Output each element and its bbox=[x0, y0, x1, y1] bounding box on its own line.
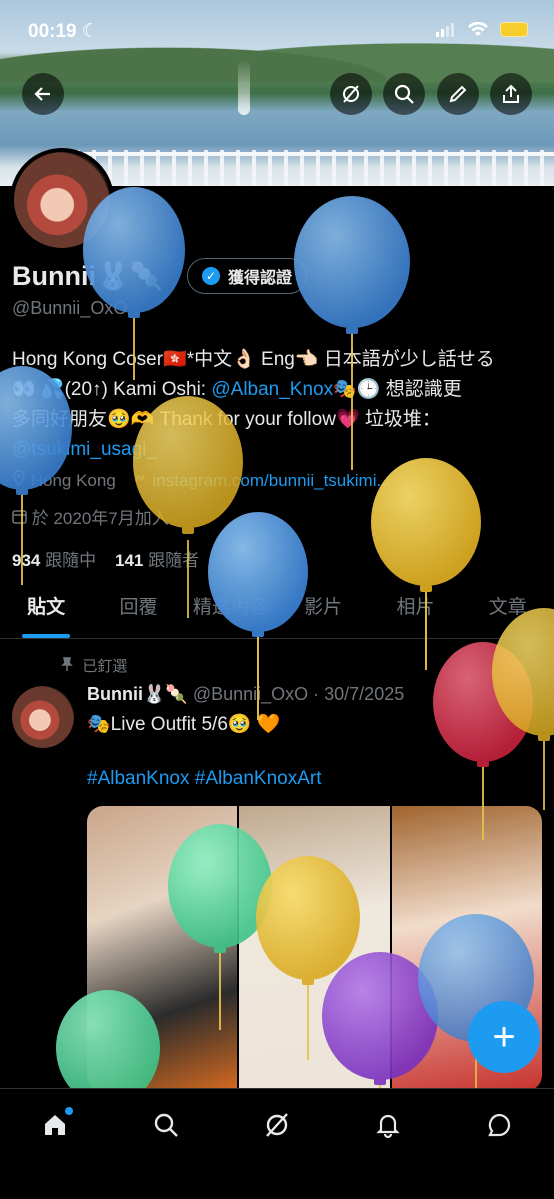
search-icon bbox=[154, 1113, 179, 1137]
website[interactable]: instagram.com/bunnii_tsukimi... bbox=[132, 470, 391, 491]
tab-highlights[interactable]: 精選內容 bbox=[185, 582, 277, 638]
bio-line-1: Hong Kong Coser🇭🇰*中文👌🏻 Eng👈🏻 日本語が少し話せる bbox=[12, 349, 495, 370]
share-button[interactable] bbox=[490, 73, 532, 115]
bottom-nav bbox=[0, 1088, 554, 1199]
profile-avatar[interactable] bbox=[10, 148, 114, 252]
wifi-icon bbox=[468, 22, 488, 36]
post-header: Bunnii🐰🍡 @Bunnii_OxO · 30/7/2025 bbox=[87, 684, 404, 705]
profile-meta: Hong Kong instagram.com/bunnii_tsukimi..… bbox=[12, 470, 391, 491]
tab-photos[interactable]: 相片 bbox=[369, 582, 461, 638]
location-pin-icon bbox=[13, 470, 25, 487]
bio-line-3: 🎭🕒 想認識更 bbox=[333, 379, 462, 400]
home-icon bbox=[45, 1115, 66, 1135]
get-verified-button[interactable]: ✓ 獲得認證 bbox=[187, 258, 308, 294]
bio-mention-link[interactable]: @Alban_Knox bbox=[211, 379, 333, 400]
post-hashtags[interactable]: #AlbanKnox #AlbanKnoxArt bbox=[87, 768, 322, 790]
back-arrow-icon bbox=[34, 87, 50, 101]
back-button[interactable] bbox=[22, 73, 64, 115]
banner-fountain bbox=[238, 60, 250, 115]
post-photo-2[interactable] bbox=[239, 806, 392, 1091]
get-verified-label: 獲得認證 bbox=[228, 270, 293, 287]
tab-posts[interactable]: 貼文 bbox=[0, 582, 92, 638]
compose-post-button[interactable]: + bbox=[468, 1001, 540, 1073]
pinned-label: 已釘選 bbox=[60, 655, 127, 676]
tab-replies[interactable]: 回覆 bbox=[92, 582, 184, 638]
pin-icon bbox=[61, 657, 73, 671]
calendar-icon bbox=[12, 510, 27, 524]
location: Hong Kong bbox=[12, 470, 116, 491]
grok-button[interactable] bbox=[330, 73, 372, 115]
link-icon bbox=[135, 474, 145, 482]
bio-secondary-account-link[interactable]: @tsukimi_usagi_ bbox=[12, 439, 157, 460]
grok-tab[interactable] bbox=[259, 1107, 295, 1143]
edit-button[interactable] bbox=[437, 73, 479, 115]
banner-railing bbox=[60, 150, 554, 186]
grok-icon bbox=[343, 85, 359, 103]
post-photo-1[interactable] bbox=[87, 806, 240, 1091]
share-icon bbox=[503, 84, 519, 103]
verified-badge-icon: ✓ bbox=[202, 267, 220, 285]
profile-bio: Hong Kong Coser🇭🇰*中文👌🏻 Eng👈🏻 日本語が少し話せる 👀… bbox=[12, 345, 547, 465]
bio-line-2: 👀 💦(20↑) Kami Oshi: bbox=[12, 379, 212, 400]
post-text: 🎭Live Outfit 5/6🥹 🧡 bbox=[87, 714, 281, 735]
followers-stat[interactable]: 141 跟隨者 bbox=[115, 551, 199, 570]
post-author-name[interactable]: Bunnii🐰🍡 bbox=[87, 684, 188, 704]
bio-line-4: 多同好朋友🥹🫶 Thank for your follow💗 垃圾堆： bbox=[12, 409, 441, 430]
post-handle-date: @Bunnii_OxO · 30/7/2025 bbox=[192, 684, 405, 704]
tab-articles[interactable]: 文章 bbox=[462, 582, 554, 638]
join-date: 於 2020年7月加入 bbox=[12, 504, 169, 529]
follow-stats: 934 跟隨中 141 跟隨者 bbox=[12, 546, 199, 571]
profile-name: Bunnii🐰🍡 bbox=[12, 261, 164, 291]
status-time: 00:19 ☾ bbox=[28, 21, 99, 42]
messages-icon bbox=[487, 1113, 510, 1137]
bell-icon bbox=[376, 1114, 400, 1139]
notifications-tab[interactable] bbox=[370, 1107, 406, 1143]
search-button[interactable] bbox=[383, 73, 425, 115]
battery-icon bbox=[500, 22, 528, 37]
home-tab[interactable] bbox=[37, 1107, 74, 1143]
post-author-avatar[interactable] bbox=[12, 686, 74, 748]
status-icons bbox=[436, 22, 528, 37]
search-icon bbox=[394, 84, 414, 104]
profile-tabs: 貼文 回覆 精選內容 影片 相片 文章 bbox=[0, 582, 554, 639]
notification-dot bbox=[65, 1107, 74, 1115]
explore-tab[interactable] bbox=[148, 1107, 184, 1143]
profile-handle: @Bunnii_OxO bbox=[12, 298, 128, 318]
signal-icon bbox=[436, 22, 454, 37]
following-stat[interactable]: 934 跟隨中 bbox=[12, 551, 96, 570]
pencil-icon bbox=[449, 85, 467, 103]
tab-videos[interactable]: 影片 bbox=[277, 582, 369, 638]
messages-tab[interactable] bbox=[481, 1107, 517, 1143]
grok-icon bbox=[266, 1113, 288, 1137]
